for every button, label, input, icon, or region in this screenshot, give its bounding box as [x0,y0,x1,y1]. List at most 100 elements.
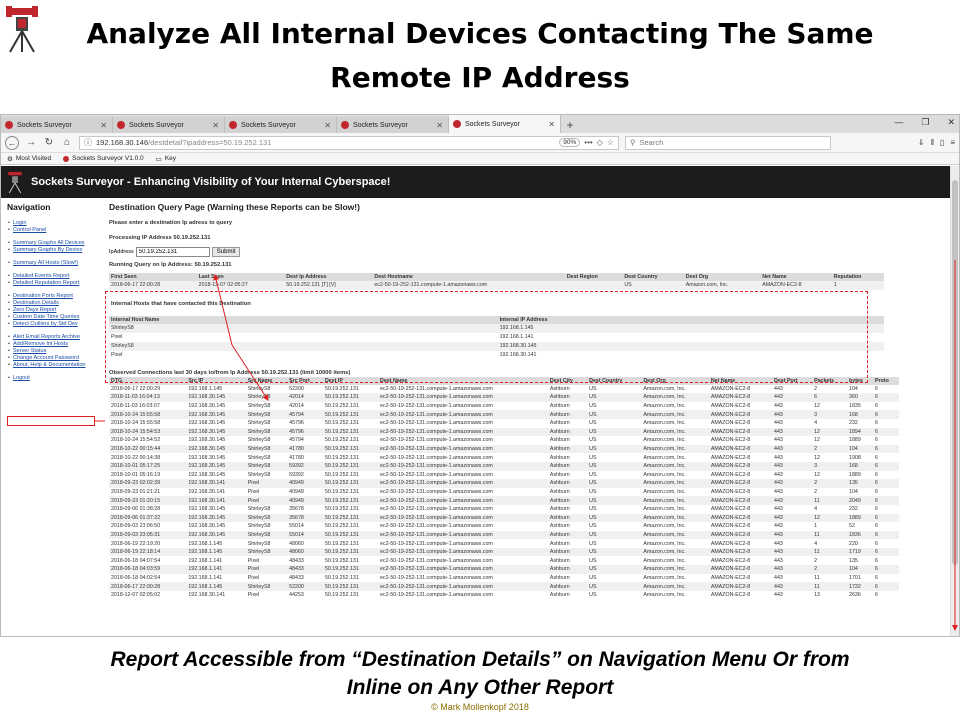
summary-cell: 1 [831,281,884,290]
gear-icon: ⚙ [7,155,13,163]
nav-link[interactable]: Add/Remove Int Hosts [7,341,101,348]
bookmark-most-visited[interactable]: ⚙ Most Visited [7,155,51,163]
info-icon[interactable]: ⓘ [84,137,92,148]
sockets-surveyor-logo [6,6,38,53]
close-tab-icon[interactable]: ✕ [212,121,219,130]
connection-cell: ec2-50-19-252-131.compute-1.amazonaws.co… [380,506,493,513]
page-actions-icon[interactable]: ••• [584,138,592,147]
tab-1[interactable]: Sockets Surveyor ✕ [113,117,225,133]
bookmark-star-icon[interactable]: ☆ [607,138,614,147]
nav-link[interactable]: About, Help & Documentation [7,362,101,369]
connection-cell: 11 [814,574,820,581]
tab-4[interactable]: Sockets Surveyor ✕ [449,115,561,133]
connection-cell: 443 [772,513,813,523]
tab-3[interactable]: Sockets Surveyor ✕ [337,117,449,133]
pocket-icon[interactable]: ◇ [597,138,603,147]
nav-link[interactable]: Detailed Reputation Report [7,280,101,287]
back-icon[interactable]: ← [5,135,19,150]
scrollbar-thumb[interactable] [952,180,958,565]
close-tab-icon[interactable]: ✕ [548,120,555,129]
url-bar[interactable]: ⓘ 192.168.30.146/destdetail?ipaddress=50… [79,135,619,150]
close-tab-icon[interactable]: ✕ [100,121,107,130]
connection-cell: 2018-06-18 04:02:54 [111,574,161,581]
vertical-scrollbar[interactable] [950,166,959,636]
connection-cell: AMAZON-EC2-8 [710,471,751,478]
submit-button[interactable]: Submit [211,247,241,257]
nav-link[interactable]: Custom Date Time Queries [7,314,101,321]
connection-cell: 6 [874,557,878,564]
connection-cell: US [589,557,597,564]
table-row: 2018-06-18 04:03:59 192.168.1.141 Pixel 484… [109,565,899,574]
banner-logo-icon [8,171,22,194]
nav-link[interactable]: Logout [7,375,101,382]
connection-cell: 192.168.1.145 [188,540,223,547]
connection-cell: 1701 [849,574,861,581]
connection-cell: 13 [814,592,820,599]
sidebar-icon[interactable]: ▯ [940,138,944,147]
connection-cell: Amazon.com, Inc. [643,540,686,547]
connection-cell: 6 [874,574,878,581]
tab-2[interactable]: Sockets Surveyor ✕ [225,117,337,133]
nav-link[interactable]: Destination Ports Report [7,293,101,300]
favicon-icon [5,121,13,129]
connection-cell: 50.19.252.131 [322,513,379,523]
connection-cell: Amazon.com, Inc. [641,496,709,505]
connection-cell: 6 [874,506,878,513]
nav-link[interactable]: Login [7,220,101,227]
restore-icon[interactable]: ❐ [921,117,929,128]
connection-cell: 2 [814,489,818,496]
connection-cell: 135 [847,479,873,488]
connection-cell: Ashburn [549,557,570,564]
connection-cell: 2018-10-22 00:14:38 [111,454,161,461]
connection-cell: 6 [872,444,899,454]
nav-link[interactable]: Summary Graphs All Devices [7,240,101,247]
connection-cell: US [587,565,642,574]
close-tab-icon[interactable]: ✕ [324,121,331,130]
tab-label: Sockets Surveyor [17,121,72,129]
connection-cell: 2018-09-23 02:02:39 [109,479,187,488]
nav-link[interactable]: Change Account Password [7,355,101,362]
connection-cell: 135 [849,557,858,564]
connection-cell: US [587,479,642,488]
bookmark-sockets-surveyor[interactable]: Sockets Surveyor V1.0.0 [63,155,144,162]
library-icon[interactable]: ⫴ [931,138,934,148]
connection-cell: 192.168.30.145 [186,513,246,523]
bookmark-key[interactable]: ▭ Key [156,155,176,163]
forward-icon[interactable]: → [25,137,37,148]
nav-link[interactable]: Detect Outliers by Std Dev [7,321,101,328]
minimize-icon[interactable]: — [894,117,903,128]
search-input[interactable]: ⚲ Search [625,135,831,150]
table-row: 2018-06-17 22:00:29 192.168.1.145 ShirleyS… [109,385,899,394]
connection-cell: 192.168.30.145 [188,403,226,410]
tab-0[interactable]: Sockets Surveyor ✕ [1,117,113,133]
summary-cell[interactable]: 50.19.252.131 [T] [V] [284,281,373,290]
connection-cell: US [589,592,597,599]
ip-address-input[interactable] [135,247,210,257]
connection-cell: AMAZON-EC2-8 [708,393,772,402]
nav-link[interactable]: Destination Details [7,300,101,307]
connection-cell: ShirleyS8 [245,461,288,471]
downloads-icon[interactable]: ⇓ [918,138,925,147]
column-header: Reputation [831,273,884,281]
table-row: 2018-11-03 16:03:07 192.168.30.145 Shirley… [109,402,899,411]
connection-cell: AMAZON-EC2-8 [710,506,751,513]
close-window-icon[interactable]: ✕ [947,117,955,128]
menu-icon[interactable]: ≡ [950,138,955,147]
connection-cell: 6 [872,461,899,471]
nav-link[interactable]: Summary Graphs By Device [7,247,101,254]
connection-cell: 6 [874,385,878,392]
zoom-level[interactable]: 90% [559,138,581,147]
nav-link[interactable]: Control Panel [7,227,101,234]
nav-link[interactable]: Detailed Events Report [7,273,101,280]
close-tab-icon[interactable]: ✕ [436,121,443,130]
reload-icon[interactable]: ↻ [43,137,55,148]
connection-cell: 443 [774,506,783,513]
nav-link[interactable]: Server Status [7,348,101,355]
nav-link[interactable]: Summary All Hosts (Slow!) [7,260,101,267]
connection-cell: 12 [814,437,820,444]
nav-link[interactable]: Alert Email Reports Archive [7,334,101,341]
nav-link[interactable]: Zero Days Report [7,307,101,314]
new-tab-button[interactable]: + [561,117,579,133]
favicon-icon [453,120,461,128]
home-icon[interactable]: ⌂ [61,137,73,148]
